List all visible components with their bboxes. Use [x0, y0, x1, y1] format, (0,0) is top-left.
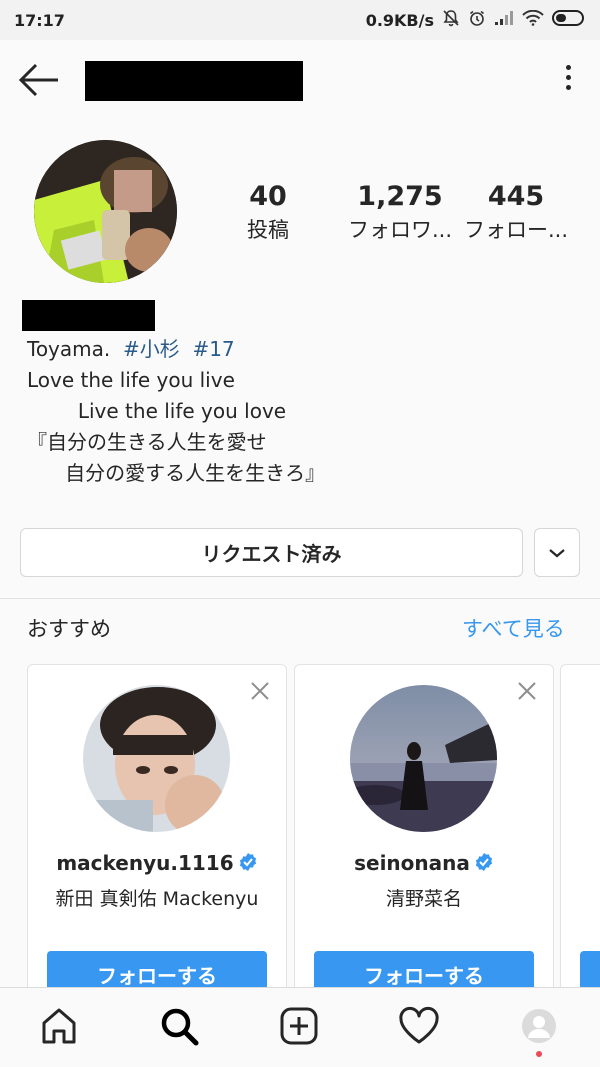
nav-add-post-button[interactable]: [277, 1004, 321, 1048]
avatar-photo: [83, 685, 230, 832]
more-dot-icon: [565, 65, 571, 70]
profile-avatar[interactable]: [34, 140, 177, 283]
suggestion-avatar[interactable]: [83, 685, 230, 832]
hashtag-link[interactable]: #小杉: [123, 337, 180, 361]
nav-home-button[interactable]: [37, 1004, 81, 1048]
suggestion-fullname: 新田 真剣佑 Mackenyu: [55, 888, 259, 910]
battery-icon: [552, 10, 586, 30]
avatar-photo: [350, 685, 497, 832]
suggestion-card: mackenyu.1116 新田 真剣佑 Mackenyu フォローする: [27, 664, 287, 1004]
suggestion-username: mackenyu.1116: [28, 851, 286, 877]
bottom-navigation: [0, 987, 600, 1067]
wifi-icon: [522, 9, 544, 30]
more-dot-icon: [565, 75, 571, 80]
bio-line: Live the life you love: [27, 399, 287, 423]
chevron-down-icon: [549, 548, 565, 557]
search-icon: [161, 1008, 199, 1046]
bio-separator: [180, 337, 193, 361]
notification-dot: [536, 1051, 542, 1057]
mute-bell-icon: [442, 9, 460, 31]
suggestion-avatar[interactable]: [350, 685, 497, 832]
suggestion-fullname: 清野菜名: [385, 888, 462, 910]
username-redacted: [85, 61, 303, 101]
followers-count: 1,275: [357, 181, 443, 212]
more-dot-icon: [565, 85, 571, 90]
nav-profile-button[interactable]: [517, 1004, 561, 1048]
suggestions-toggle-button[interactable]: [534, 528, 580, 577]
following-label: フォロー...: [463, 218, 569, 242]
dismiss-button[interactable]: [515, 679, 539, 703]
username-text: mackenyu.1116: [56, 851, 234, 875]
status-bar: 17:17 0.9KB/s: [0, 0, 600, 40]
dismiss-button[interactable]: [248, 679, 272, 703]
more-options-button[interactable]: [560, 65, 576, 95]
nav-search-button[interactable]: [157, 1004, 201, 1048]
suggestions-title: おすすめ: [27, 617, 111, 641]
profile-avatar-icon: [522, 1009, 556, 1043]
add-post-icon: [280, 1007, 318, 1045]
followers-label: フォロワ...: [347, 218, 453, 242]
posts-stat[interactable]: 40 投稿: [230, 180, 306, 246]
nav-activity-button[interactable]: [397, 1004, 441, 1048]
followers-stat[interactable]: 1,275 フォロワ...: [335, 180, 465, 246]
verified-badge-icon: [474, 852, 494, 877]
avatar-photo: [34, 140, 177, 283]
following-stat[interactable]: 445 フォロー...: [460, 180, 572, 246]
suggestion-card-partial: [560, 664, 600, 1004]
heart-icon: [399, 1006, 439, 1044]
suggestion-username: seinonana: [295, 851, 553, 877]
home-icon: [42, 1008, 76, 1044]
close-icon: [251, 682, 269, 700]
bio-line: 自分の愛する人生を生きろ』: [27, 461, 326, 485]
signal-icon: [494, 10, 514, 30]
section-divider: [0, 598, 600, 599]
bio-line: 『自分の生きる人生を愛せ: [27, 430, 267, 454]
back-arrow-icon: [18, 63, 58, 97]
profile-bio: Toyama. #小杉 #17 Love the life you live L…: [27, 334, 325, 489]
close-icon: [518, 682, 536, 700]
bio-text: Toyama.: [27, 337, 123, 361]
hashtag-link[interactable]: #17: [192, 337, 234, 361]
status-icons: 0.9KB/s: [366, 9, 586, 31]
status-time: 17:17: [14, 10, 65, 30]
profile-header: [0, 40, 600, 120]
see-all-link[interactable]: すべて見る: [462, 613, 565, 643]
alarm-icon: [468, 9, 486, 31]
display-name-redacted: [22, 300, 155, 331]
bio-line: Love the life you live: [27, 368, 235, 392]
following-count: 445: [487, 181, 545, 212]
requested-button[interactable]: リクエスト済み: [20, 528, 523, 577]
back-button[interactable]: [18, 62, 62, 98]
net-speed: 0.9KB/s: [365, 10, 434, 30]
username-text: seinonana: [354, 851, 470, 875]
verified-badge-icon: [238, 852, 258, 877]
posts-count: 40: [249, 181, 287, 212]
suggestion-card: seinonana 清野菜名 フォローする: [294, 664, 554, 1004]
posts-label: 投稿: [247, 218, 289, 242]
